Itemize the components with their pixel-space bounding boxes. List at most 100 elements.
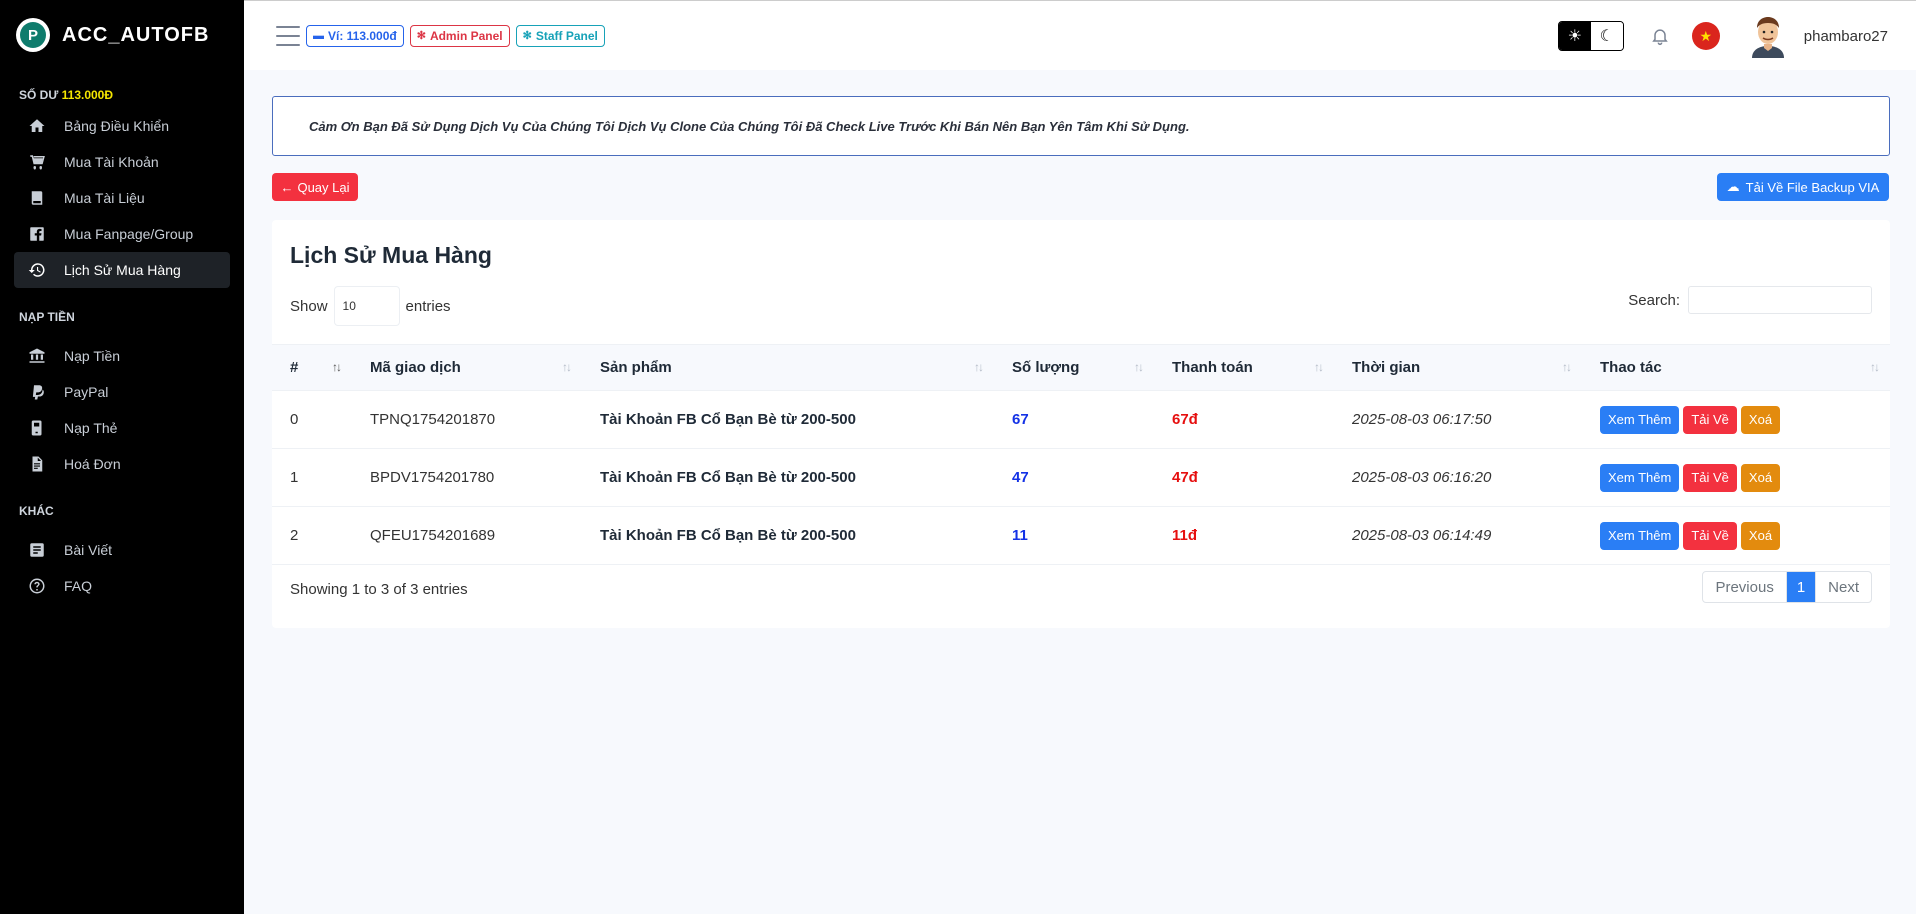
- row-index: 1: [290, 469, 299, 486]
- sidebar-item-topup-card[interactable]: Nạp Thẻ: [14, 410, 230, 446]
- table-header-row: # ↑↓ Mã giao dịch ↑↓ Sản phẩm ↑↓ Số lượng ↑↓…: [272, 344, 1890, 391]
- arrow-left-icon: ←: [280, 179, 294, 195]
- payment: 67đ: [1172, 411, 1198, 428]
- brand-name: ACC_AUTOFB: [62, 23, 210, 46]
- download-button[interactable]: Tải Về: [1683, 521, 1737, 550]
- pagination: Previous 1 Next: [1702, 571, 1872, 603]
- column-header-index[interactable]: # ↑↓: [272, 345, 352, 391]
- other-menu: Bài Viết FAQ: [0, 532, 244, 604]
- gear-icon: ✻: [416, 30, 426, 42]
- sidebar-item-buy-account[interactable]: Mua Tài Khoản: [14, 144, 230, 180]
- wallet-icon: ▬: [313, 29, 324, 42]
- row-index: 2: [290, 527, 299, 544]
- gear-icon: ✻: [522, 30, 532, 42]
- table-row: 0 TPNQ1754201870 Tài Khoản FB Cổ Bạn Bè …: [272, 391, 1890, 449]
- balance-amount: 113.000Đ: [61, 88, 114, 102]
- menu-toggle-icon[interactable]: [276, 25, 300, 46]
- table-search: Search:: [1628, 286, 1872, 314]
- row-index: 0: [290, 411, 299, 428]
- time: 2025-08-03 06:16:20: [1352, 469, 1492, 486]
- main-menu: Bảng Điều Khiển Mua Tài Khoản Mua Tài Li…: [0, 108, 244, 288]
- download-button[interactable]: Tải Về: [1683, 463, 1737, 492]
- home-icon: [29, 119, 45, 132]
- download-button[interactable]: Tải Về: [1683, 405, 1737, 434]
- back-button[interactable]: ← Quay Lại: [272, 173, 358, 201]
- cart-icon: [30, 155, 45, 170]
- next-page-button[interactable]: Next: [1816, 572, 1871, 602]
- sidebar-item-faq[interactable]: FAQ: [14, 568, 230, 604]
- column-header-product[interactable]: Sản phẩm ↑↓: [582, 345, 994, 391]
- section-topup: NẠP TIỀN: [19, 310, 75, 324]
- theme-toggle: ☀ ☾: [1557, 21, 1624, 51]
- staff-panel-button[interactable]: ✻ Staff Panel: [515, 24, 605, 47]
- avatar[interactable]: [1748, 14, 1788, 58]
- view-more-button[interactable]: Xem Thêm: [1600, 405, 1680, 434]
- sort-icon: ↑↓: [562, 360, 572, 374]
- page-1-button[interactable]: 1: [1785, 572, 1817, 602]
- sidebar-item-invoice[interactable]: Hoá Đơn: [14, 446, 230, 482]
- brand[interactable]: P ACC_AUTOFB: [0, 0, 244, 70]
- quantity: 67: [1012, 411, 1029, 428]
- logo-icon: P: [16, 18, 50, 52]
- question-icon: [29, 578, 45, 594]
- sort-icon: ↑↓: [1562, 360, 1572, 374]
- sidebar-item-purchase-history[interactable]: Lịch Sử Mua Hàng: [14, 252, 230, 288]
- delete-button[interactable]: Xoá: [1740, 521, 1781, 550]
- column-header-actions[interactable]: Thao tác ↑↓: [1582, 345, 1890, 391]
- delete-button[interactable]: Xoá: [1740, 405, 1781, 434]
- row-actions: Xem Thêm Tải Về Xoá: [1582, 507, 1890, 565]
- product-name: Tài Khoản FB Cổ Bạn Bè từ 200-500: [600, 411, 856, 428]
- entries-length-select[interactable]: [333, 286, 400, 326]
- product-name: Tài Khoản FB Cổ Bạn Bè từ 200-500: [600, 527, 856, 544]
- download-backup-button[interactable]: ☁ Tải Về File Backup VIA: [1717, 173, 1889, 201]
- purchase-history-card: Lịch Sử Mua Hàng Show entries Search: #↑…: [272, 220, 1890, 628]
- column-header-time[interactable]: Thời gian ↑↓: [1334, 345, 1582, 391]
- quantity: 11: [1012, 527, 1028, 544]
- entries-length-control: Show entries: [290, 286, 451, 326]
- search-input[interactable]: [1688, 286, 1872, 314]
- sort-icon: ↑↓: [1314, 360, 1324, 374]
- moon-icon[interactable]: ☾: [1590, 22, 1623, 50]
- sidebar-item-dashboard[interactable]: Bảng Điều Khiển: [14, 108, 230, 144]
- sidebar-item-topup[interactable]: Nạp Tiền: [14, 338, 230, 374]
- transaction-code: BPDV1754201780: [370, 469, 495, 486]
- view-more-button[interactable]: Xem Thêm: [1600, 463, 1680, 492]
- sidebar-item-articles[interactable]: Bài Viết: [14, 532, 230, 568]
- article-icon: [30, 543, 44, 557]
- sidebar-item-buy-document[interactable]: Mua Tài Liệu: [14, 180, 230, 216]
- sort-icon: ↑↓: [974, 360, 984, 374]
- paypal-icon: [32, 385, 44, 400]
- invoice-icon: [32, 456, 43, 472]
- column-header-payment[interactable]: Thanh toán ↑↓: [1154, 345, 1334, 391]
- sun-icon[interactable]: ☀: [1558, 22, 1591, 50]
- sort-asc-icon: ↑↓: [332, 360, 342, 374]
- delete-button[interactable]: Xoá: [1740, 463, 1781, 492]
- time: 2025-08-03 06:17:50: [1352, 411, 1492, 428]
- previous-page-button[interactable]: Previous: [1703, 572, 1785, 602]
- payment: 11đ: [1172, 527, 1198, 544]
- sort-icon: ↑↓: [1870, 360, 1880, 374]
- sidebar-item-paypal[interactable]: PayPal: [14, 374, 230, 410]
- payment: 47đ: [1172, 469, 1198, 486]
- transaction-code: TPNQ1754201870: [370, 411, 496, 428]
- history-icon: [28, 263, 45, 277]
- cloud-download-icon: ☁: [1726, 179, 1740, 194]
- section-other: KHÁC: [19, 504, 54, 518]
- book-icon: [31, 191, 43, 205]
- topbar-right: ☀ ☾ ★ phambaro27: [1557, 1, 1888, 71]
- bell-icon[interactable]: [1650, 26, 1670, 46]
- view-more-button[interactable]: Xem Thêm: [1600, 521, 1680, 550]
- admin-panel-button[interactable]: ✻ Admin Panel: [409, 24, 510, 47]
- table-row: 1 BPDV1754201780 Tài Khoản FB Cổ Bạn Bè …: [272, 449, 1890, 507]
- vietnam-flag-icon[interactable]: ★: [1691, 22, 1720, 50]
- wallet-badge[interactable]: ▬ Ví: 113.000đ: [306, 24, 404, 47]
- column-header-code[interactable]: Mã giao dịch ↑↓: [352, 345, 582, 391]
- column-header-quantity[interactable]: Số lượng ↑↓: [994, 345, 1154, 391]
- username[interactable]: phambaro27: [1804, 28, 1888, 45]
- sidebar-item-buy-fanpage[interactable]: Mua Fanpage/Group: [14, 216, 230, 252]
- topbar: ▬ Ví: 113.000đ ✻ Admin Panel ✻ Staff Pan…: [244, 0, 1916, 70]
- row-actions: Xem Thêm Tải Về Xoá: [1582, 391, 1890, 449]
- row-actions: Xem Thêm Tải Về Xoá: [1582, 449, 1890, 507]
- product-name: Tài Khoản FB Cổ Bạn Bè từ 200-500: [600, 469, 856, 486]
- balance: SỐ DƯ 113.000Đ: [19, 88, 114, 102]
